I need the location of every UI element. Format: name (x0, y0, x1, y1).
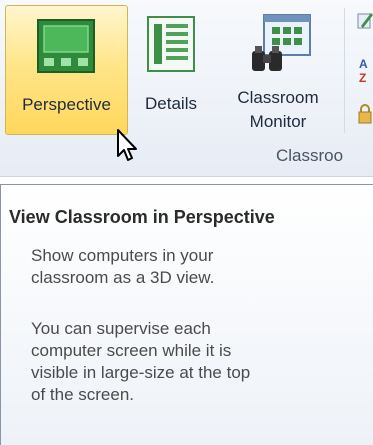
mouse-cursor-icon (117, 129, 137, 161)
perspective-icon (37, 19, 95, 73)
classroom-label-line1: Classroom (237, 88, 319, 107)
ribbon-toolbar: Perspective Details Classroom Monitor A … (0, 0, 373, 177)
perspective-label: Perspective (22, 95, 111, 114)
svg-text:Z: Z (359, 71, 366, 85)
tooltip-p2-line2: computer screen while it is (31, 341, 232, 360)
classroom-monitor-button[interactable]: Classroom Monitor (222, 5, 334, 135)
ribbon-group-label: Classroo (276, 146, 344, 165)
tooltip-title: View Classroom in Perspective (9, 207, 275, 227)
tooltip-p1-line2: classroom as a 3D view. (31, 268, 215, 287)
details-button[interactable]: Details (132, 5, 210, 135)
group-separator (344, 8, 345, 133)
svg-text:A: A (359, 57, 368, 71)
tooltip: View Classroom in Perspective Show compu… (0, 184, 373, 445)
perspective-button[interactable]: Perspective (5, 5, 128, 135)
lock-icon[interactable] (357, 103, 373, 125)
details-label: Details (145, 94, 197, 113)
small-edit-icon[interactable] (357, 10, 373, 32)
tooltip-p2-line1: You can supervise each (31, 319, 211, 338)
classroom-label-line2: Monitor (249, 112, 307, 131)
tooltip-p1-line1: Show computers in your (31, 246, 214, 265)
details-icon (147, 16, 195, 72)
sort-az-icon[interactable]: A Z (358, 56, 373, 86)
tooltip-p2-line4: of the screen. (31, 385, 135, 404)
binoculars-icon (252, 14, 311, 71)
tooltip-p2-line3: visible in large-size at the top (31, 363, 251, 382)
